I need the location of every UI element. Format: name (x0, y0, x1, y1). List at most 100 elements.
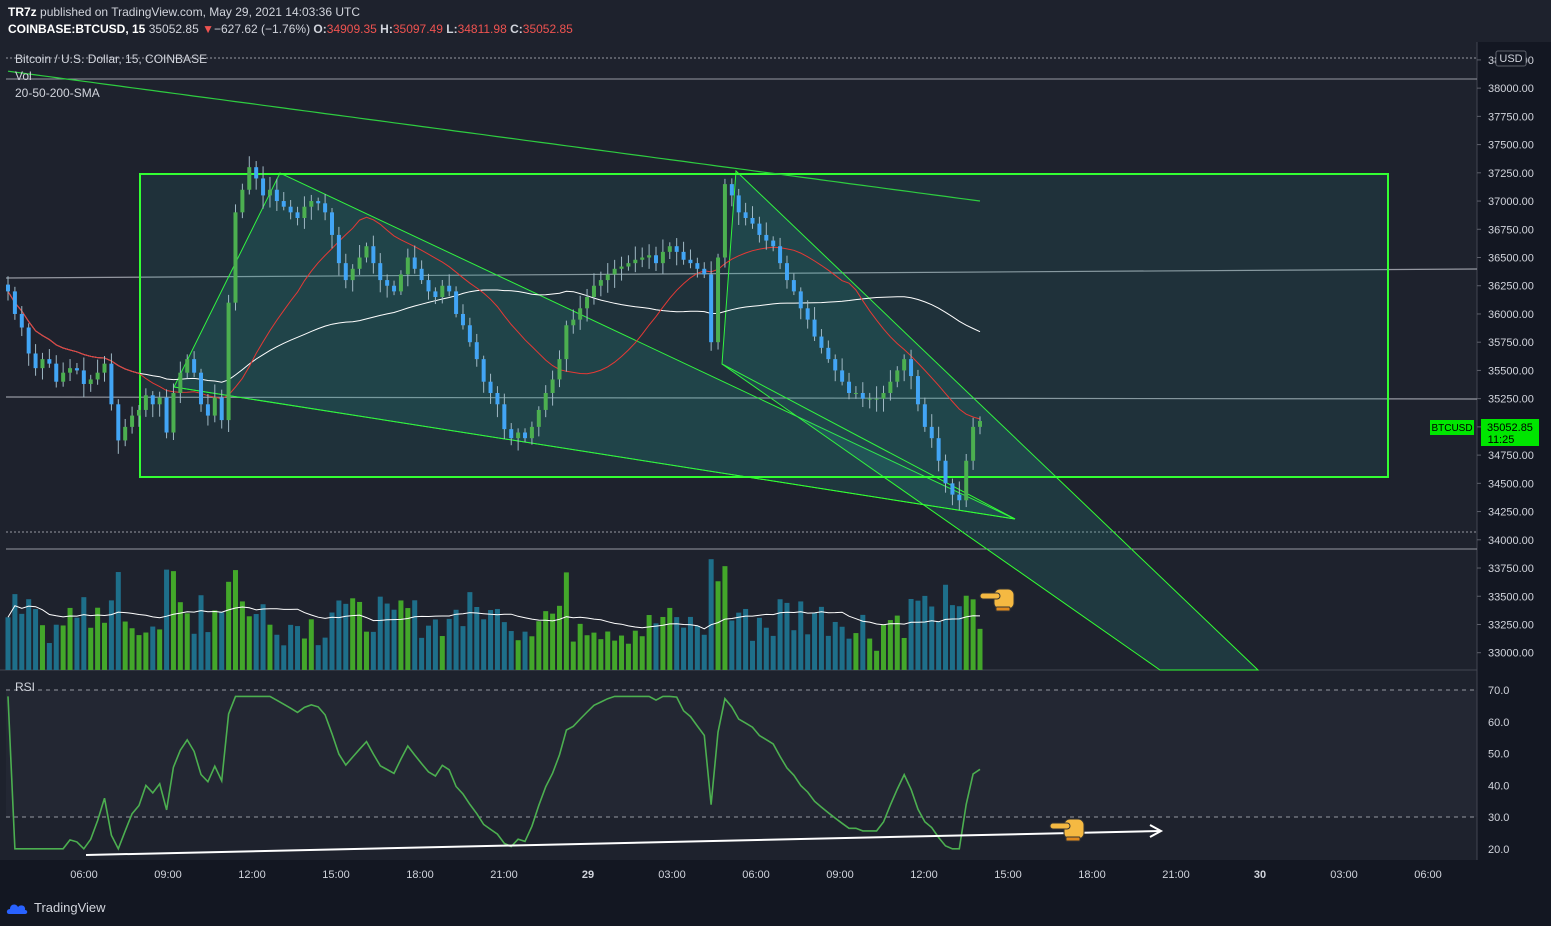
volume-bar (756, 617, 762, 670)
volume-bar (150, 626, 156, 670)
volume-bar (81, 597, 87, 670)
candle-body (281, 201, 286, 207)
volume-bar (446, 618, 452, 670)
volume-bar (681, 627, 687, 670)
volume-bar (308, 619, 314, 670)
rsi-tick-label: 30.0 (1488, 812, 1509, 824)
chart-title[interactable]: Bitcoin / U.S. Dollar, 15, COINBASE (15, 52, 207, 66)
volume-bar (357, 601, 363, 670)
volume-bar (812, 612, 818, 670)
time-axis[interactable]: 06:00 09:00 12:00 15:00 18:00 21:00 29 03:00 06:… (70, 869, 1442, 881)
candle-body (640, 257, 645, 260)
volume-bar (722, 566, 728, 670)
candle-body (261, 178, 266, 196)
candle-body (598, 280, 603, 286)
volume-bar (494, 608, 500, 670)
candle-body (557, 359, 562, 380)
volume-bar (184, 613, 190, 670)
candle-body (102, 363, 107, 373)
candle-body (433, 291, 438, 298)
volume-bar (577, 623, 583, 670)
volume-bar (818, 606, 824, 670)
volume-bar (839, 626, 845, 670)
volume-bar (39, 625, 45, 670)
candle-body (447, 285, 452, 292)
volume-bar (102, 622, 108, 670)
volume-bar (212, 610, 218, 670)
rsi-tick-label: 50.0 (1488, 749, 1509, 761)
high-label: H: (380, 22, 393, 36)
volume-bar (743, 608, 749, 670)
price-tick-label: 37250.00 (1488, 168, 1534, 180)
volume-bar (260, 604, 266, 670)
volume-bar (729, 620, 735, 670)
candle-body (805, 308, 810, 320)
volume-bar (598, 639, 604, 670)
volume-bar (653, 623, 659, 670)
candle-body (819, 336, 824, 348)
price-axis[interactable]: 38250.0038000.0037750.0037500.0037250.00… (1477, 55, 1534, 660)
volume-bar (219, 612, 225, 670)
volume-bar (426, 625, 432, 670)
volume-bar (350, 598, 356, 670)
candle-body (116, 404, 121, 441)
volume-bar (956, 606, 962, 670)
volume-bar (377, 596, 383, 670)
candle-body (833, 359, 838, 371)
last-price-value: 35052.85 (1487, 422, 1533, 434)
price-tick-label: 33250.00 (1488, 619, 1534, 631)
price-tick-label: 34750.00 (1488, 450, 1534, 462)
candle-body (460, 313, 465, 326)
candle-body (440, 285, 445, 298)
candle-body (371, 246, 376, 264)
volume-bar (901, 637, 907, 670)
candle-body (412, 257, 417, 269)
candle-body (750, 217, 755, 224)
rsi-tick-label: 60.0 (1488, 717, 1509, 729)
candle-body (267, 189, 272, 196)
candle-body (743, 212, 748, 218)
volume-bar (791, 630, 797, 670)
price-tick-label: 35500.00 (1488, 365, 1534, 377)
volume-bar (915, 600, 921, 670)
price-tick-label: 36500.00 (1488, 253, 1534, 265)
volume-bar (370, 631, 376, 670)
chart-canvas[interactable]: 38250.0038000.0037750.0037500.0037250.00… (0, 42, 1551, 886)
candle-body (654, 255, 658, 264)
rsi-legend[interactable]: RSI (15, 680, 35, 694)
sma-legend[interactable]: 20-50-200-SMA (15, 86, 100, 100)
volume-bar (977, 628, 983, 670)
open-label: O: (313, 22, 327, 36)
volume-bar (239, 601, 245, 670)
candle-body (40, 359, 45, 369)
volume-bar (288, 624, 294, 670)
candle-body (736, 195, 741, 213)
candle-body (130, 415, 135, 427)
candle-body (695, 263, 700, 269)
candle-body (109, 363, 114, 405)
rsi-axis[interactable]: 70.0 60.0 50.0 40.0 30.0 20.0 (1488, 685, 1509, 856)
volume-bar (67, 607, 73, 670)
volume-legend[interactable]: Vol (15, 69, 32, 83)
candle-body (205, 404, 210, 416)
symbol-name[interactable]: COINBASE:BTCUSD, 15 (8, 22, 145, 36)
time-tick-label: 29 (582, 869, 594, 881)
tradingview-logo[interactable]: TradingView (6, 900, 106, 915)
symbol-price-tag-label: BTCUSD (1431, 423, 1472, 434)
volume-bar (26, 599, 32, 670)
candle-body (784, 263, 789, 281)
volume-bar (625, 643, 631, 670)
high-value: 35097.49 (392, 22, 443, 36)
brand-name: TradingView (34, 900, 106, 915)
author-name[interactable]: TR7z (8, 5, 37, 19)
candle-body (61, 372, 66, 382)
candle-body (6, 284, 10, 292)
time-tick-label: 18:00 (406, 869, 434, 881)
price-tick-label: 33500.00 (1488, 591, 1534, 603)
currency-label: USD (1499, 53, 1522, 65)
volume-bar (329, 612, 335, 670)
volume-bar (95, 607, 101, 670)
candle-body (798, 291, 803, 309)
volume-bar (226, 581, 232, 670)
time-tick-label: 06:00 (742, 869, 770, 881)
